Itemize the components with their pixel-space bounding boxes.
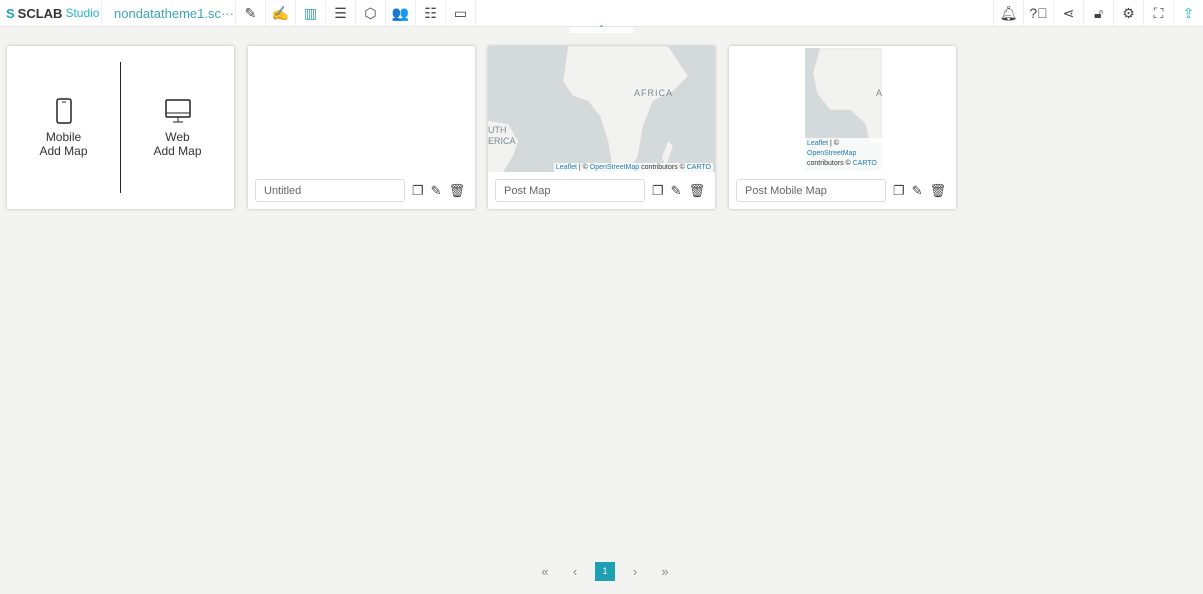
help-icon[interactable]: ?⃝	[1023, 0, 1053, 26]
database-icon[interactable]: ☰	[326, 0, 356, 26]
copy-icon[interactable]: ❐	[412, 183, 424, 199]
top-toolbar: S SCLAB Studio nondatatheme1.sc··· ✎ ✍ ▥ ☰…	[0, 0, 1203, 27]
edit-icon[interactable]: ✎	[912, 183, 923, 199]
map-preview: A Leaflet | © OpenStreetMap contributors ©…	[805, 48, 882, 170]
logo-icon: S	[6, 5, 15, 21]
copy-icon[interactable]: ❐	[893, 183, 905, 199]
list-icon[interactable]: ☷	[416, 0, 446, 26]
unlock-icon[interactable]: 🔓︎	[1083, 0, 1113, 26]
gear-icon[interactable]: ⚙	[1113, 0, 1143, 26]
first-page-button[interactable]: «	[530, 564, 560, 579]
trash-icon[interactable]: 🗑︎	[930, 183, 947, 199]
next-page-button[interactable]: ›	[620, 564, 650, 579]
upload-icon[interactable]: ⇪	[1173, 0, 1203, 26]
code-icon[interactable]: ⬡	[356, 0, 386, 26]
add-map-card: Mobile Add Map Web Add Map	[7, 46, 234, 209]
collapse-toggle[interactable]: ⌃	[570, 25, 633, 33]
edit-icon[interactable]: ✎	[671, 183, 682, 199]
copy-icon[interactable]: ❐	[652, 183, 664, 199]
last-page-button[interactable]: »	[650, 564, 680, 579]
trash-icon[interactable]: 🗑︎	[449, 183, 466, 199]
map-attribution: Leaflet | © OpenStreetMap contributors © C…	[805, 138, 882, 170]
map-land	[488, 46, 689, 172]
map-name-input[interactable]	[255, 179, 405, 202]
card-icon[interactable]: ▭	[446, 0, 476, 26]
trash-icon[interactable]: 🗑︎	[689, 183, 706, 199]
map-card[interactable]: AFRICA UTH ERICA Leaflet | © OpenStreetM…	[488, 46, 715, 209]
map-icon[interactable]: ▥	[296, 0, 326, 26]
prev-page-button[interactable]: ‹	[560, 564, 590, 579]
project-name[interactable]: nondatatheme1.sc···	[102, 0, 236, 26]
share-icon[interactable]: ⋖	[1053, 0, 1083, 26]
add-web-map-button[interactable]: Web Add Map	[121, 46, 234, 209]
edit-icon[interactable]: ✎	[431, 183, 442, 199]
map-name-input[interactable]	[495, 179, 645, 202]
monitor-icon	[164, 98, 191, 122]
bell-icon[interactable]: 🔔︎	[993, 0, 1023, 26]
mobile-icon	[55, 97, 72, 124]
page-1-button[interactable]: 1	[595, 562, 615, 581]
map-attribution: Leaflet | © OpenStreetMap contributors ©…	[553, 163, 713, 172]
pagination: « ‹ 1 › »	[530, 562, 680, 581]
map-card[interactable]: ❐ ✎ 🗑︎	[248, 46, 475, 209]
map-preview: AFRICA UTH ERICA Leaflet | © OpenStreetM…	[488, 46, 715, 172]
edit-icon[interactable]: ✍	[266, 0, 296, 26]
add-mobile-map-button[interactable]: Mobile Add Map	[7, 46, 120, 209]
map-card[interactable]: A Leaflet | © OpenStreetMap contributors ©…	[729, 46, 956, 209]
logo[interactable]: S SCLAB Studio	[0, 0, 102, 26]
users-icon[interactable]: 👥	[386, 0, 416, 26]
map-name-input[interactable]	[736, 179, 886, 202]
fullscreen-icon[interactable]: ⛶	[1143, 0, 1173, 26]
design-edit-icon[interactable]: ✎	[236, 0, 266, 26]
